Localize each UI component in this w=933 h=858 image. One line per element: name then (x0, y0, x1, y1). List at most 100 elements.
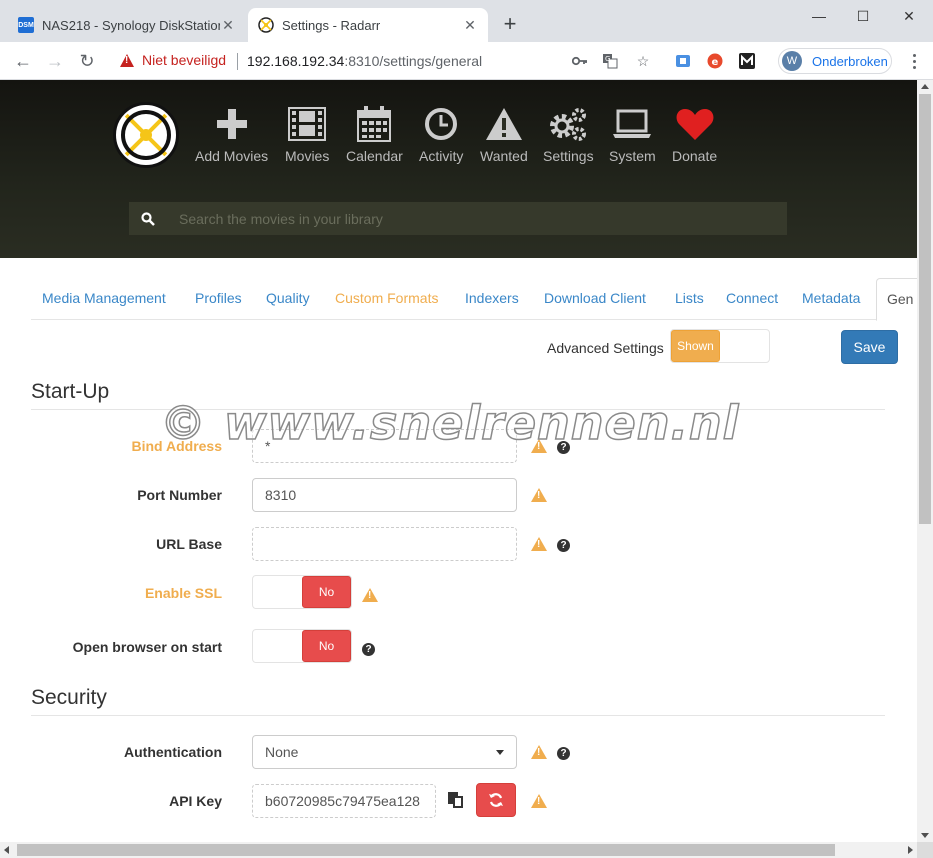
scrollbar-thumb[interactable] (919, 94, 931, 524)
translate-icon[interactable]: G (600, 51, 620, 71)
reload-icon[interactable]: ↻ (75, 49, 99, 73)
nav-system[interactable]: System (609, 106, 656, 164)
avatar: W (782, 51, 802, 71)
scrollbar-thumb[interactable] (17, 844, 835, 856)
warning-icon (362, 588, 378, 602)
profile-label: Onderbroken (812, 53, 888, 69)
advanced-settings-toggle[interactable]: Shown (670, 329, 770, 363)
security-label: Niet beveiligd (142, 52, 227, 68)
minimize-icon[interactable]: — (796, 4, 842, 28)
nav-add-movies[interactable]: Add Movies (195, 106, 268, 164)
tab-media-management[interactable]: Media Management (42, 290, 166, 306)
nav-label: Wanted (480, 148, 528, 164)
search-icon (129, 211, 167, 226)
close-tab-icon[interactable]: ✕ (462, 17, 478, 33)
nav-activity[interactable]: Activity (419, 106, 463, 164)
tab-title: NAS218 - Synology DiskStation (42, 17, 220, 33)
nav-label: Activity (419, 148, 464, 164)
save-button[interactable]: Save (841, 330, 898, 364)
dsm-icon: DSM (18, 17, 34, 33)
nav-settings[interactable]: Settings (543, 106, 594, 164)
movie-search (129, 202, 787, 235)
scroll-right-icon[interactable] (908, 846, 913, 854)
key-icon[interactable] (570, 51, 590, 71)
nav-label: Add Movies (195, 148, 269, 164)
advanced-settings-label: Advanced Settings (547, 340, 664, 356)
window-close-icon[interactable]: ✕ (886, 4, 932, 28)
nav-label: Donate (672, 148, 718, 164)
vertical-scrollbar[interactable] (917, 80, 933, 842)
heart-icon (676, 106, 714, 142)
tab-download-client[interactable]: Download Client (544, 290, 646, 306)
clock-icon (424, 106, 458, 142)
authentication-label: Authentication (124, 744, 222, 760)
url-base-field[interactable] (252, 527, 517, 561)
new-tab-button[interactable]: + (498, 11, 522, 36)
nav-label: System (609, 148, 656, 164)
search-input[interactable] (167, 202, 787, 235)
help-icon[interactable]: ? (362, 643, 375, 656)
menu-icon[interactable] (904, 51, 924, 71)
nav-movies[interactable]: Movies (285, 106, 329, 164)
open-browser-toggle[interactable]: No (252, 629, 352, 663)
api-key-field[interactable]: b60720985c79475ea128 (252, 784, 436, 818)
nav-calendar[interactable]: Calendar (346, 106, 403, 164)
warning-icon (531, 745, 547, 759)
profile-button[interactable]: W Onderbroken (778, 48, 892, 74)
scroll-up-icon[interactable] (921, 84, 929, 89)
back-icon[interactable]: ← (11, 49, 35, 73)
horizontal-scrollbar[interactable] (0, 842, 917, 858)
forward-icon[interactable]: → (43, 49, 67, 73)
address-bar[interactable]: 192.168.192.34:8310/settings/general (247, 53, 482, 69)
select-value: None (265, 744, 299, 760)
bind-address-label: Bind Address (131, 438, 223, 454)
help-icon[interactable]: ? (557, 747, 570, 760)
nav-wanted[interactable]: Wanted (480, 106, 528, 164)
maximize-icon[interactable]: ☐ (840, 4, 886, 28)
caret-down-icon (496, 749, 504, 755)
help-icon[interactable]: ? (557, 441, 570, 454)
extension-m-icon[interactable] (737, 51, 757, 71)
film-icon (288, 106, 327, 142)
port-number-label: Port Number (137, 487, 222, 503)
tab-quality[interactable]: Quality (266, 290, 310, 306)
tab-general[interactable]: Gen (876, 278, 917, 321)
browser-toolbar: ← → ↻ Niet beveiligd 192.168.192.34:8310… (0, 42, 933, 80)
nav-donate[interactable]: Donate (672, 106, 717, 164)
regenerate-api-key-button[interactable] (476, 783, 516, 817)
tab-custom-formats[interactable]: Custom Formats (335, 290, 438, 306)
browser-tab-diskstation[interactable]: DSM NAS218 - Synology DiskStation ✕ (8, 8, 246, 42)
bind-address-field[interactable]: * (252, 429, 517, 463)
tab-profiles[interactable]: Profiles (195, 290, 242, 306)
plus-icon (216, 106, 247, 142)
security-indicator[interactable]: Niet beveiligd (120, 52, 226, 68)
url-path: :8310/settings/general (344, 53, 483, 69)
scroll-down-icon[interactable] (921, 833, 929, 838)
browser-tab-radarr[interactable]: Settings - Radarr ✕ (248, 8, 488, 42)
warning-icon (531, 439, 547, 453)
scrollbar-corner (917, 842, 933, 858)
authentication-select[interactable]: None (252, 735, 517, 769)
tab-connect[interactable]: Connect (726, 290, 778, 306)
scroll-left-icon[interactable] (4, 846, 9, 854)
refresh-icon (489, 793, 503, 807)
extension-icon[interactable] (673, 51, 693, 71)
tab-metadata[interactable]: Metadata (802, 290, 860, 306)
warning-icon (531, 537, 547, 551)
port-number-field[interactable]: 8310 (252, 478, 517, 512)
help-icon[interactable]: ? (557, 539, 570, 552)
tab-lists[interactable]: Lists (675, 290, 704, 306)
calendar-icon (357, 106, 392, 142)
close-tab-icon[interactable]: ✕ (220, 17, 236, 33)
radarr-logo[interactable] (113, 102, 179, 168)
nav-label: Movies (285, 148, 330, 164)
copy-icon[interactable] (448, 792, 464, 808)
extension-red-icon[interactable]: e (705, 51, 725, 71)
star-icon[interactable]: ☆ (633, 51, 653, 71)
url-base-label: URL Base (156, 536, 222, 552)
tab-title: Settings - Radarr (282, 17, 381, 33)
app-header: Add Movies Movies Calendar Activity Want… (0, 80, 917, 258)
tab-indexers[interactable]: Indexers (465, 290, 519, 306)
enable-ssl-toggle[interactable]: No (252, 575, 352, 609)
svg-text:e: e (712, 57, 719, 68)
